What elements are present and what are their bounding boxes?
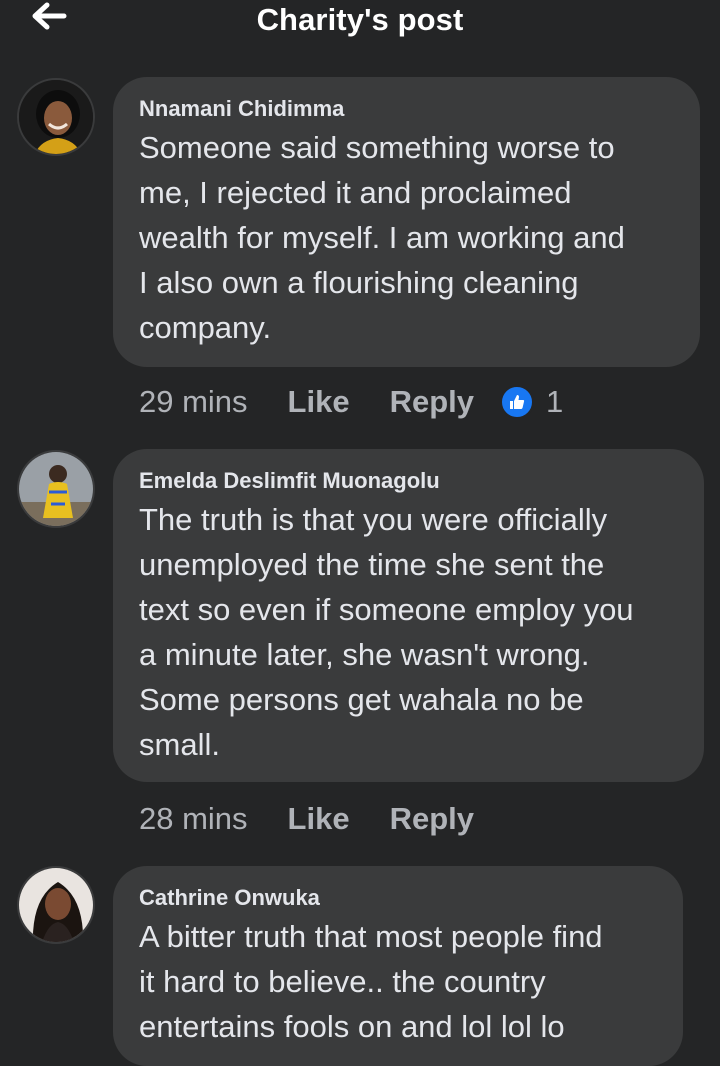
comment-line: A bitter truth that most people find (139, 919, 603, 954)
comment-actions: 28 mins Like Reply (139, 799, 474, 839)
reply-button[interactable]: Reply (390, 801, 474, 837)
like-button[interactable]: Like (288, 384, 350, 420)
avatar[interactable] (17, 450, 95, 528)
like-button[interactable]: Like (288, 801, 350, 837)
comment-bubble[interactable]: Emelda Deslimfit Muonagolu The truth is … (113, 449, 704, 782)
comment-line: a minute later, she wasn't wrong. (139, 637, 590, 672)
reaction-summary[interactable]: 1 (500, 384, 563, 420)
comment-timestamp[interactable]: 28 mins (139, 801, 248, 837)
reaction-count: 1 (546, 384, 564, 419)
comment-actions: 29 mins Like Reply 1 (139, 382, 563, 422)
comment-line: entertains fools on and lol lol lo (139, 1009, 565, 1044)
profile-photo-icon (19, 868, 93, 942)
avatar[interactable] (17, 866, 95, 944)
comment-line: text so even if someone employ you (139, 592, 634, 627)
comment-line: Some persons get wahala no be (139, 682, 584, 717)
top-bar: Charity's post (0, 0, 720, 44)
comment-text: A bitter truth that most people find it … (139, 914, 659, 1049)
comment-line: it hard to believe.. the country (139, 964, 546, 999)
like-reaction-icon (500, 385, 534, 419)
comment-line: I also own a flourishing cleaning (139, 265, 579, 300)
profile-photo-icon (19, 452, 93, 526)
profile-photo-icon (19, 80, 93, 154)
comment-author[interactable]: Emelda Deslimfit Muonagolu (139, 467, 680, 495)
comment-line: The truth is that you were officially (139, 502, 608, 537)
comment-line: small. (139, 727, 220, 762)
comment-timestamp[interactable]: 29 mins (139, 384, 248, 420)
comment-author[interactable]: Cathrine Onwuka (139, 884, 659, 912)
page-title: Charity's post (256, 2, 464, 37)
comment-line: wealth for myself. I am working and (139, 220, 625, 255)
comment-line: company. (139, 310, 272, 345)
comment-line: unemployed the time she sent the (139, 547, 605, 582)
comment-bubble[interactable]: Cathrine Onwuka A bitter truth that most… (113, 866, 683, 1066)
reply-button[interactable]: Reply (390, 384, 474, 420)
comment-text: The truth is that you were officially un… (139, 497, 680, 767)
comment-line: me, I rejected it and proclaimed (139, 175, 572, 210)
avatar[interactable] (17, 78, 95, 156)
comment-author[interactable]: Nnamani Chidimma (139, 95, 676, 123)
comment-bubble[interactable]: Nnamani Chidimma Someone said something … (113, 77, 700, 367)
comment-line: Someone said something worse to (139, 130, 615, 165)
comment-text: Someone said something worse to me, I re… (139, 125, 676, 350)
